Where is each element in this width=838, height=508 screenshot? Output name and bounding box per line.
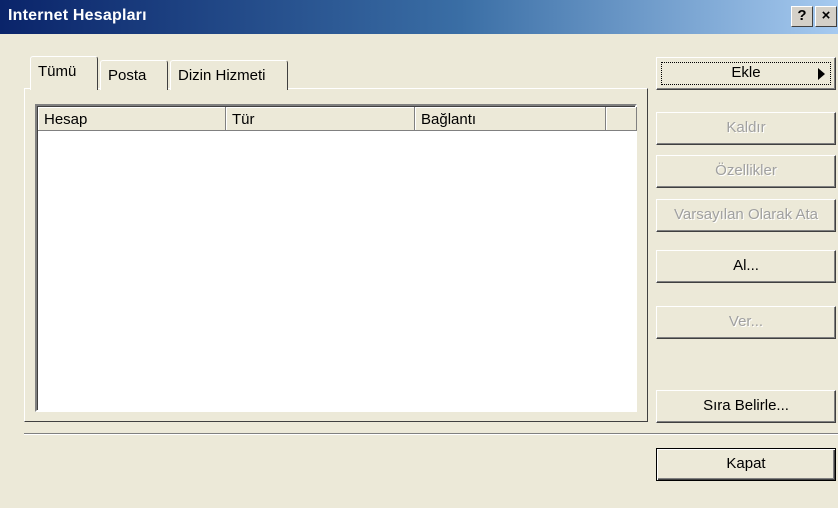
add-button-label: Ekle [731, 64, 761, 81]
window-title: Internet Hesapları [8, 7, 147, 24]
tab-all-label: Tümü [38, 63, 77, 80]
close-icon[interactable]: × [815, 6, 837, 27]
tab-directory-service-label: Dizin Hizmeti [178, 67, 266, 84]
tab-mail-label: Posta [108, 67, 147, 84]
tab-directory-service[interactable]: Dizin Hizmeti [170, 60, 288, 90]
column-header-empty[interactable] [606, 107, 637, 131]
remove-button[interactable]: Kaldır [656, 112, 836, 145]
export-button[interactable]: Ver... [656, 306, 836, 339]
help-icon[interactable]: ? [791, 6, 813, 27]
set-order-button[interactable]: Sıra Belirle... [656, 390, 836, 423]
close-button[interactable]: Kapat [656, 448, 836, 481]
internet-accounts-dialog: Internet Hesapları ? × Tümü Posta Dizin … [0, 0, 838, 508]
accounts-list[interactable]: Hesap Tür Bağlantı [35, 104, 637, 412]
title-bar[interactable]: Internet Hesapları ? × [0, 0, 838, 34]
import-button[interactable]: Al... [656, 250, 836, 283]
tab-mail[interactable]: Posta [100, 60, 168, 90]
add-button[interactable]: Ekle [656, 57, 836, 90]
submenu-arrow-icon [818, 68, 825, 80]
properties-button[interactable]: Özellikler [656, 155, 836, 188]
set-as-default-button[interactable]: Varsayılan Olarak Ata [656, 199, 836, 232]
tab-all[interactable]: Tümü [30, 56, 98, 90]
separator [24, 433, 838, 435]
column-header-connection[interactable]: Bağlantı [415, 107, 606, 131]
column-header-account[interactable]: Hesap [38, 107, 226, 131]
column-header-type[interactable]: Tür [226, 107, 415, 131]
